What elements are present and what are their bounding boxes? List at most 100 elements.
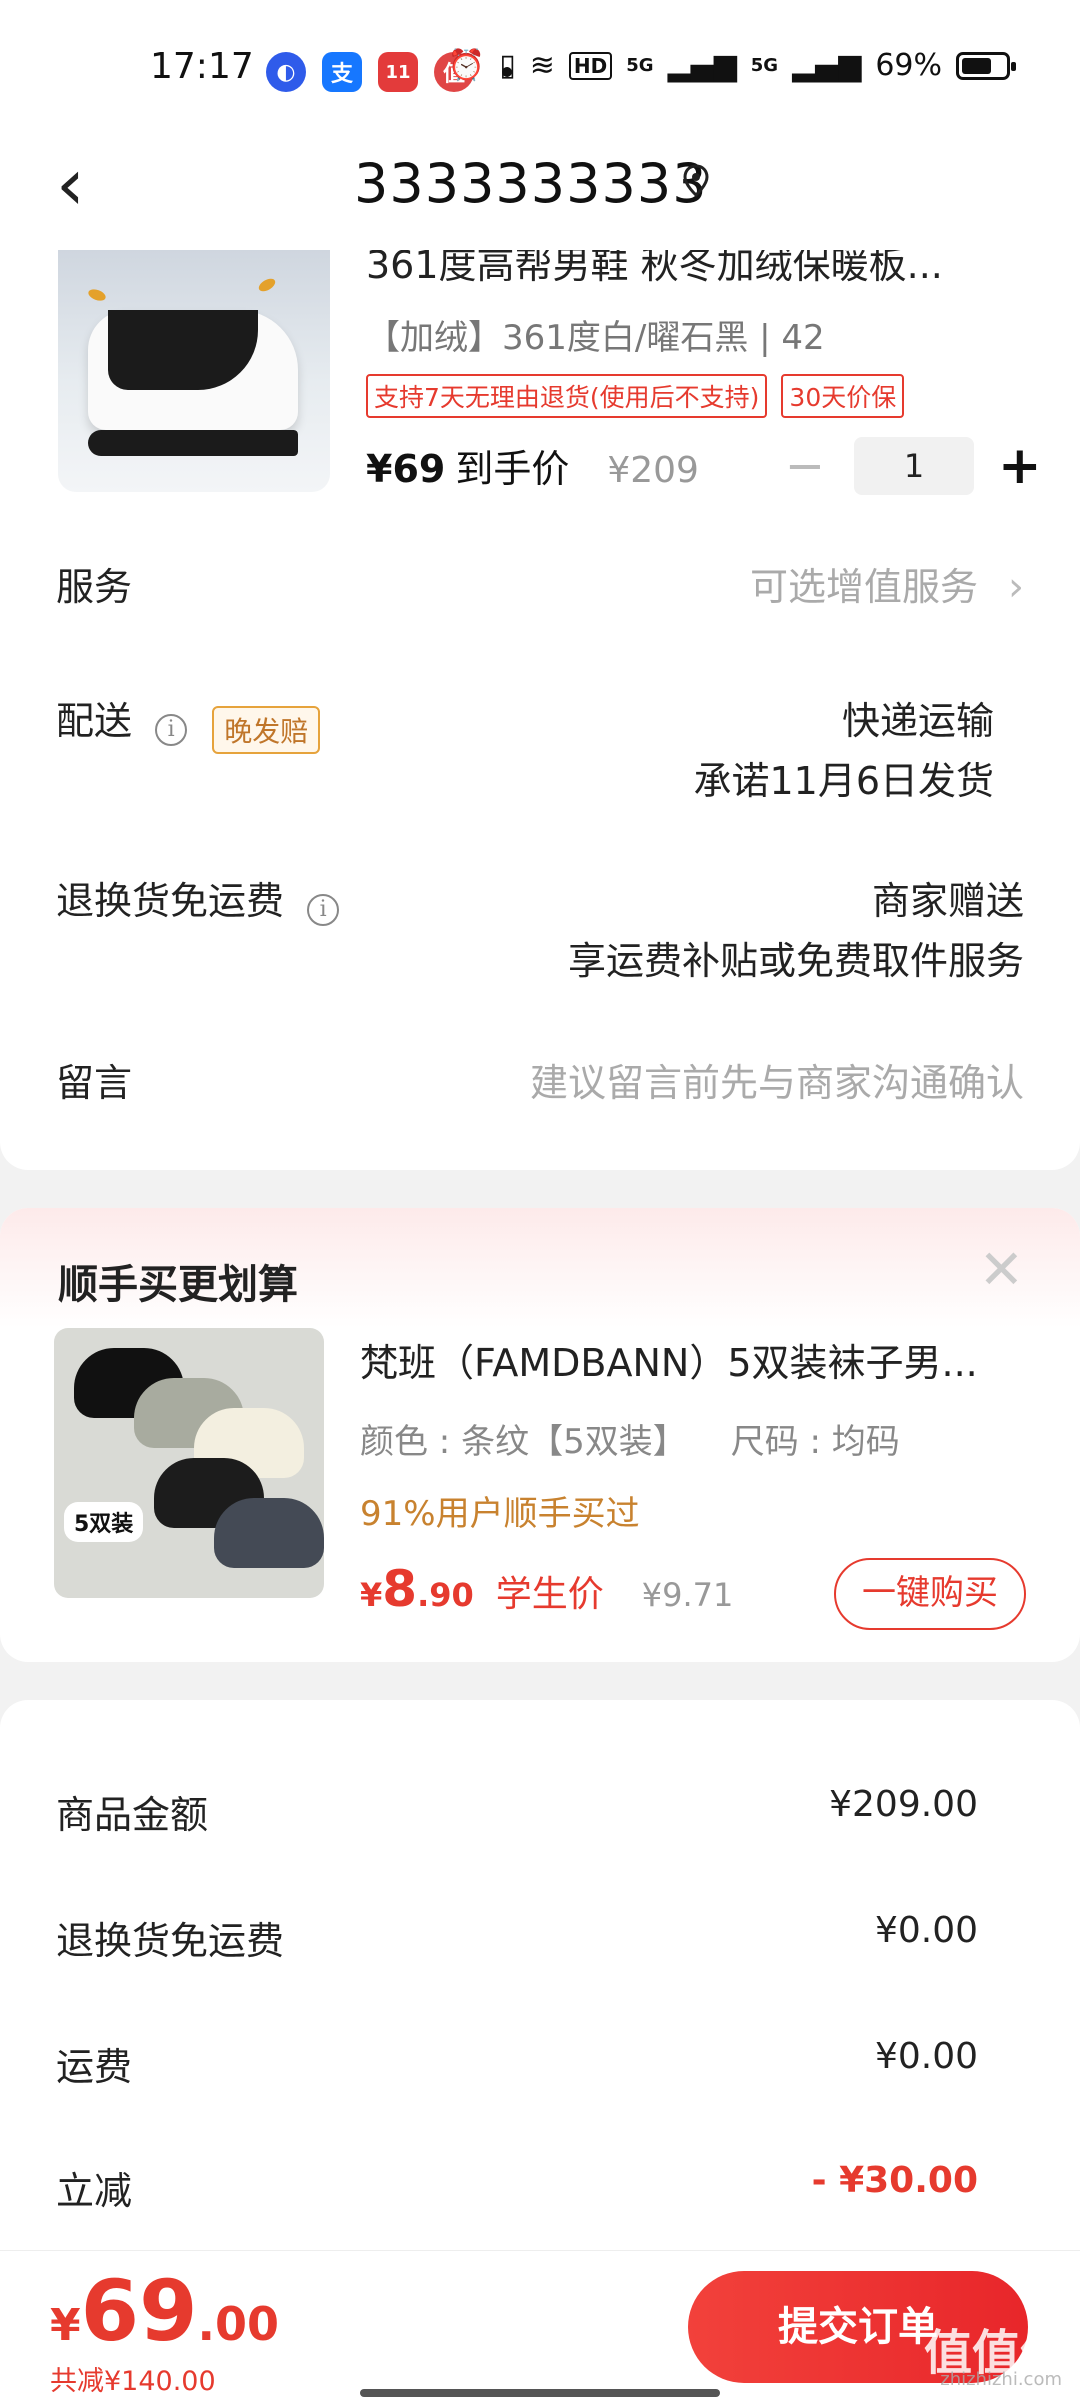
original-price: ¥209 xyxy=(607,450,699,491)
alarm-icon: ⏰ xyxy=(447,48,486,83)
product-title[interactable]: 361度高帮男鞋 秋冬加绒保暖板... xyxy=(366,250,943,289)
order-card: 361度高帮男鞋 秋冬加绒保暖板... 【加绒】361度白/曜石黑 | 42 支… xyxy=(0,250,1080,1170)
service-value-text: 可选增值服务 xyxy=(749,565,978,609)
service-value: 可选增值服务 › xyxy=(750,556,1024,611)
checkout-bar: ¥ 69 .00 共减¥140.00 提交订单 值值值 zhizhizhi.co… xyxy=(0,2250,1080,2400)
shopping-app-icon: 11 xyxy=(378,52,418,92)
signal-5g-label-2: 5G xyxy=(750,55,779,76)
signal-icon-2: ▂▄▆ xyxy=(792,48,862,83)
addon-price-row: ¥ 8 .90 学生价 ¥9.71 xyxy=(360,1560,733,1618)
battery-percent: 69% xyxy=(875,48,942,83)
product-title-clip: 361度高帮男鞋 秋冬加绒保暖板... xyxy=(366,250,1006,290)
hd-icon: HD xyxy=(568,51,613,80)
addon-product-image[interactable]: 5双装 xyxy=(54,1328,324,1598)
delivery-row: 配送 i 晚发赔 快递运输 承诺11月6日发货 xyxy=(56,690,1024,803)
info-icon[interactable]: i xyxy=(307,893,340,926)
summary-label: 商品金额 xyxy=(56,1793,209,1837)
return-shipping-label: 退换货免运费 xyxy=(56,879,285,923)
battery-icon xyxy=(956,51,1016,80)
summary-row: 运费 ¥0.00 xyxy=(56,2036,978,2091)
shoe-illustration xyxy=(88,310,298,430)
summary-value: ¥0.00 xyxy=(874,1910,978,1951)
shoe-collar xyxy=(108,310,258,390)
message-input[interactable]: 建议留言前先与商家沟通确认 xyxy=(530,1052,1024,1107)
total-currency: ¥ xyxy=(50,2300,81,2351)
product-image[interactable] xyxy=(58,250,330,492)
decrease-button[interactable]: − xyxy=(780,438,830,494)
summary-row: 商品金额 ¥209.00 xyxy=(56,1784,978,1839)
total-int: 69 xyxy=(80,2262,198,2360)
delivery-method: 快递运输 xyxy=(841,699,994,743)
addon-card: 顺手买更划算 ✕ 5双装 梵班（FAMDBANN）5双装袜子男... 颜色 : … xyxy=(0,1208,1080,1662)
pack-count-badge: 5双装 xyxy=(64,1502,144,1542)
service-row[interactable]: 服务 可选增值服务 › xyxy=(56,556,1024,616)
addon-original-price: ¥9.71 xyxy=(641,1576,734,1614)
quantity-stepper: − 1 + xyxy=(780,436,1042,496)
student-price-label: 学生价 xyxy=(495,1574,604,1615)
wifi-icon: ≋ xyxy=(529,48,555,83)
addon-buyers-stat: 91%用户顺手买过 xyxy=(360,1494,640,1534)
delivery-promise: 承诺11月6日发货 xyxy=(693,759,994,803)
addon-size-spec: 尺码 : 均码 xyxy=(730,1422,900,1462)
return-shipping-detail: 享运费补贴或免费取件服务 xyxy=(567,939,1024,983)
alipay-app-icon: 支 xyxy=(322,52,362,92)
battery-level xyxy=(962,57,991,74)
final-price-label: 到手价 xyxy=(455,447,570,491)
one-click-buy-button[interactable]: 一键购买 xyxy=(834,1558,1026,1630)
summary-row: 立减 - ¥30.00 xyxy=(56,2160,978,2215)
back-button[interactable]: ‹ xyxy=(56,148,85,220)
summary-value: ¥209.00 xyxy=(829,1784,978,1825)
browser-app-icon: ◐ xyxy=(266,52,306,92)
price-summary: 商品金额 ¥209.00 退换货免运费 ¥0.00 运费 ¥0.00 立减 - … xyxy=(0,1700,1080,2260)
service-tags: 支持7天无理由退货(使用后不支持) 30天价保 xyxy=(366,374,905,418)
return-shipping-source: 商家赠送 xyxy=(871,879,1024,923)
product-spec[interactable]: 【加绒】361度白/曜石黑 | 42 xyxy=(366,310,825,359)
summary-label: 退换货免运费 xyxy=(56,1919,285,1963)
service-label: 服务 xyxy=(56,565,133,609)
status-time: 17:17 xyxy=(150,46,254,87)
addon-price-dec: .90 xyxy=(417,1576,474,1614)
discount-value: - ¥30.00 xyxy=(811,2160,978,2201)
total-dec: .00 xyxy=(197,2297,280,2351)
header: ‹ 3333333333 xyxy=(0,140,1080,250)
close-icon[interactable]: ✕ xyxy=(979,1238,1024,1301)
summary-label: 立减 xyxy=(56,2169,133,2213)
shoe-sole xyxy=(88,430,298,456)
late-compensation-badge: 晚发赔 xyxy=(212,705,321,754)
summary-value: ¥0.00 xyxy=(874,2036,978,2077)
addon-color-spec: 颜色 : 条纹【5双装】 xyxy=(360,1422,687,1462)
info-icon[interactable]: i xyxy=(155,713,188,746)
home-indicator[interactable] xyxy=(360,2389,720,2397)
leaf-decor xyxy=(86,287,108,303)
addon-price-int: 8 xyxy=(382,1560,418,1618)
page-title: 3333333333 xyxy=(354,152,708,215)
watermark-url: zhizhizhi.com xyxy=(940,2369,1062,2390)
vibrate-icon: ▯ xyxy=(499,48,516,83)
signal-icon: ▂▄▆ xyxy=(667,48,737,83)
summary-row: 退换货免运费 ¥0.00 xyxy=(56,1910,978,1965)
product-price-row: ¥69 到手价 ¥209 xyxy=(366,438,699,493)
leaf-decor xyxy=(256,276,278,294)
addon-product-spec: 颜色 : 条纹【5双装】 尺码 : 均码 xyxy=(360,1414,900,1463)
quantity-input[interactable]: 1 xyxy=(854,437,974,495)
summary-label: 运费 xyxy=(56,2045,133,2089)
signal-5g-label-1: 5G xyxy=(626,55,654,76)
increase-button[interactable]: + xyxy=(998,436,1042,496)
sock-illustration xyxy=(214,1498,324,1568)
status-right: ⏰ ▯ ≋ HD 5G ▂▄▆ 5G ▂▄▆ 69% xyxy=(447,48,1016,83)
delivery-label: 配送 xyxy=(56,699,133,743)
addon-product-title[interactable]: 梵班（FAMDBANN）5双装袜子男... xyxy=(360,1332,1020,1387)
final-price: ¥69 xyxy=(366,447,446,491)
message-row: 留言 建议留言前先与商家沟通确认 xyxy=(56,1052,1024,1112)
total-saved: 共减¥140.00 xyxy=(50,2366,216,2397)
location-pin-icon xyxy=(683,164,709,198)
status-bar: 17:17 ◐ 支 11 值 ⏰ ▯ ≋ HD 5G ▂▄▆ 5G ▂▄▆ 69… xyxy=(0,0,1080,140)
total-price: ¥ 69 .00 xyxy=(50,2269,279,2353)
message-label: 留言 xyxy=(56,1061,133,1105)
return-shipping-row: 退换货免运费 i 商家赠送 享运费补贴或免费取件服务 xyxy=(56,870,1024,983)
return-policy-tag: 支持7天无理由退货(使用后不支持) xyxy=(366,374,768,418)
addon-price-currency: ¥ xyxy=(360,1576,383,1614)
price-protect-tag: 30天价保 xyxy=(781,374,905,418)
addon-section-title: 顺手买更划算 xyxy=(58,1262,298,1308)
chevron-right-icon: › xyxy=(1008,564,1024,610)
